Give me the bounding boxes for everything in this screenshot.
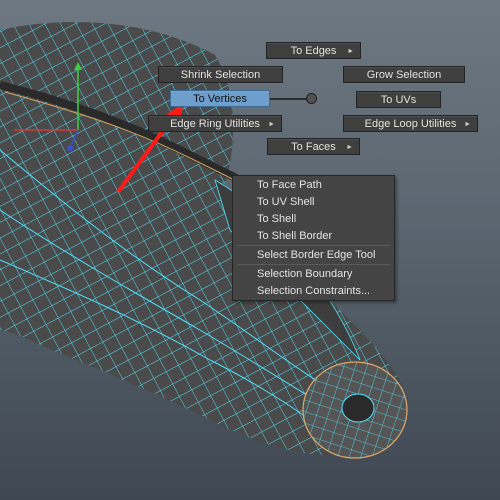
marking-menu-pointer-line [270,98,310,100]
menu-separator [237,264,390,265]
menu-to-vertices-label: To Vertices [193,93,247,105]
selection-context-menu: To Face Path To UV Shell To Shell To She… [232,175,395,301]
menu-item-to-shell[interactable]: To Shell [257,212,296,226]
menu-to-vertices[interactable]: To Vertices [170,90,270,107]
submenu-arrow-icon: ► [464,121,471,128]
menu-to-uvs[interactable]: To UVs [356,91,441,108]
menu-to-faces-label: To Faces [291,141,336,153]
menu-to-faces[interactable]: To Faces ► [267,138,360,155]
menu-edge-ring-utilities[interactable]: Edge Ring Utilities ► [148,115,282,132]
marking-menu-center-dot [306,93,317,104]
menu-item-select-border-edge-tool[interactable]: Select Border Edge Tool [257,248,375,262]
menu-shrink-selection-label: Shrink Selection [180,69,261,81]
submenu-arrow-icon: ► [347,48,354,55]
menu-grow-selection-label: Grow Selection [366,69,442,81]
menu-to-uvs-label: To UVs [380,94,417,106]
submenu-arrow-icon: ► [346,144,353,151]
menu-to-edges[interactable]: To Edges ► [266,42,361,59]
menu-to-edges-label: To Edges [290,45,337,57]
menu-grow-selection[interactable]: Grow Selection [343,66,465,83]
menu-item-selection-boundary[interactable]: Selection Boundary [257,267,352,281]
menu-item-to-shell-border[interactable]: To Shell Border [257,229,332,243]
submenu-arrow-icon: ► [268,121,275,128]
menu-separator [237,245,390,246]
menu-edge-loop-utilities-label: Edge Loop Utilities [364,118,457,130]
menu-item-to-face-path[interactable]: To Face Path [257,178,322,192]
menu-edge-loop-utilities[interactable]: Edge Loop Utilities ► [343,115,478,132]
menu-shrink-selection[interactable]: Shrink Selection [158,66,283,83]
menu-item-selection-constraints[interactable]: Selection Constraints... [257,284,370,298]
menu-edge-ring-utilities-label: Edge Ring Utilities [170,118,260,130]
3d-viewport[interactable]: To Edges ► Shrink Selection Grow Selecti… [0,0,500,500]
menu-item-to-uv-shell[interactable]: To UV Shell [257,195,314,209]
